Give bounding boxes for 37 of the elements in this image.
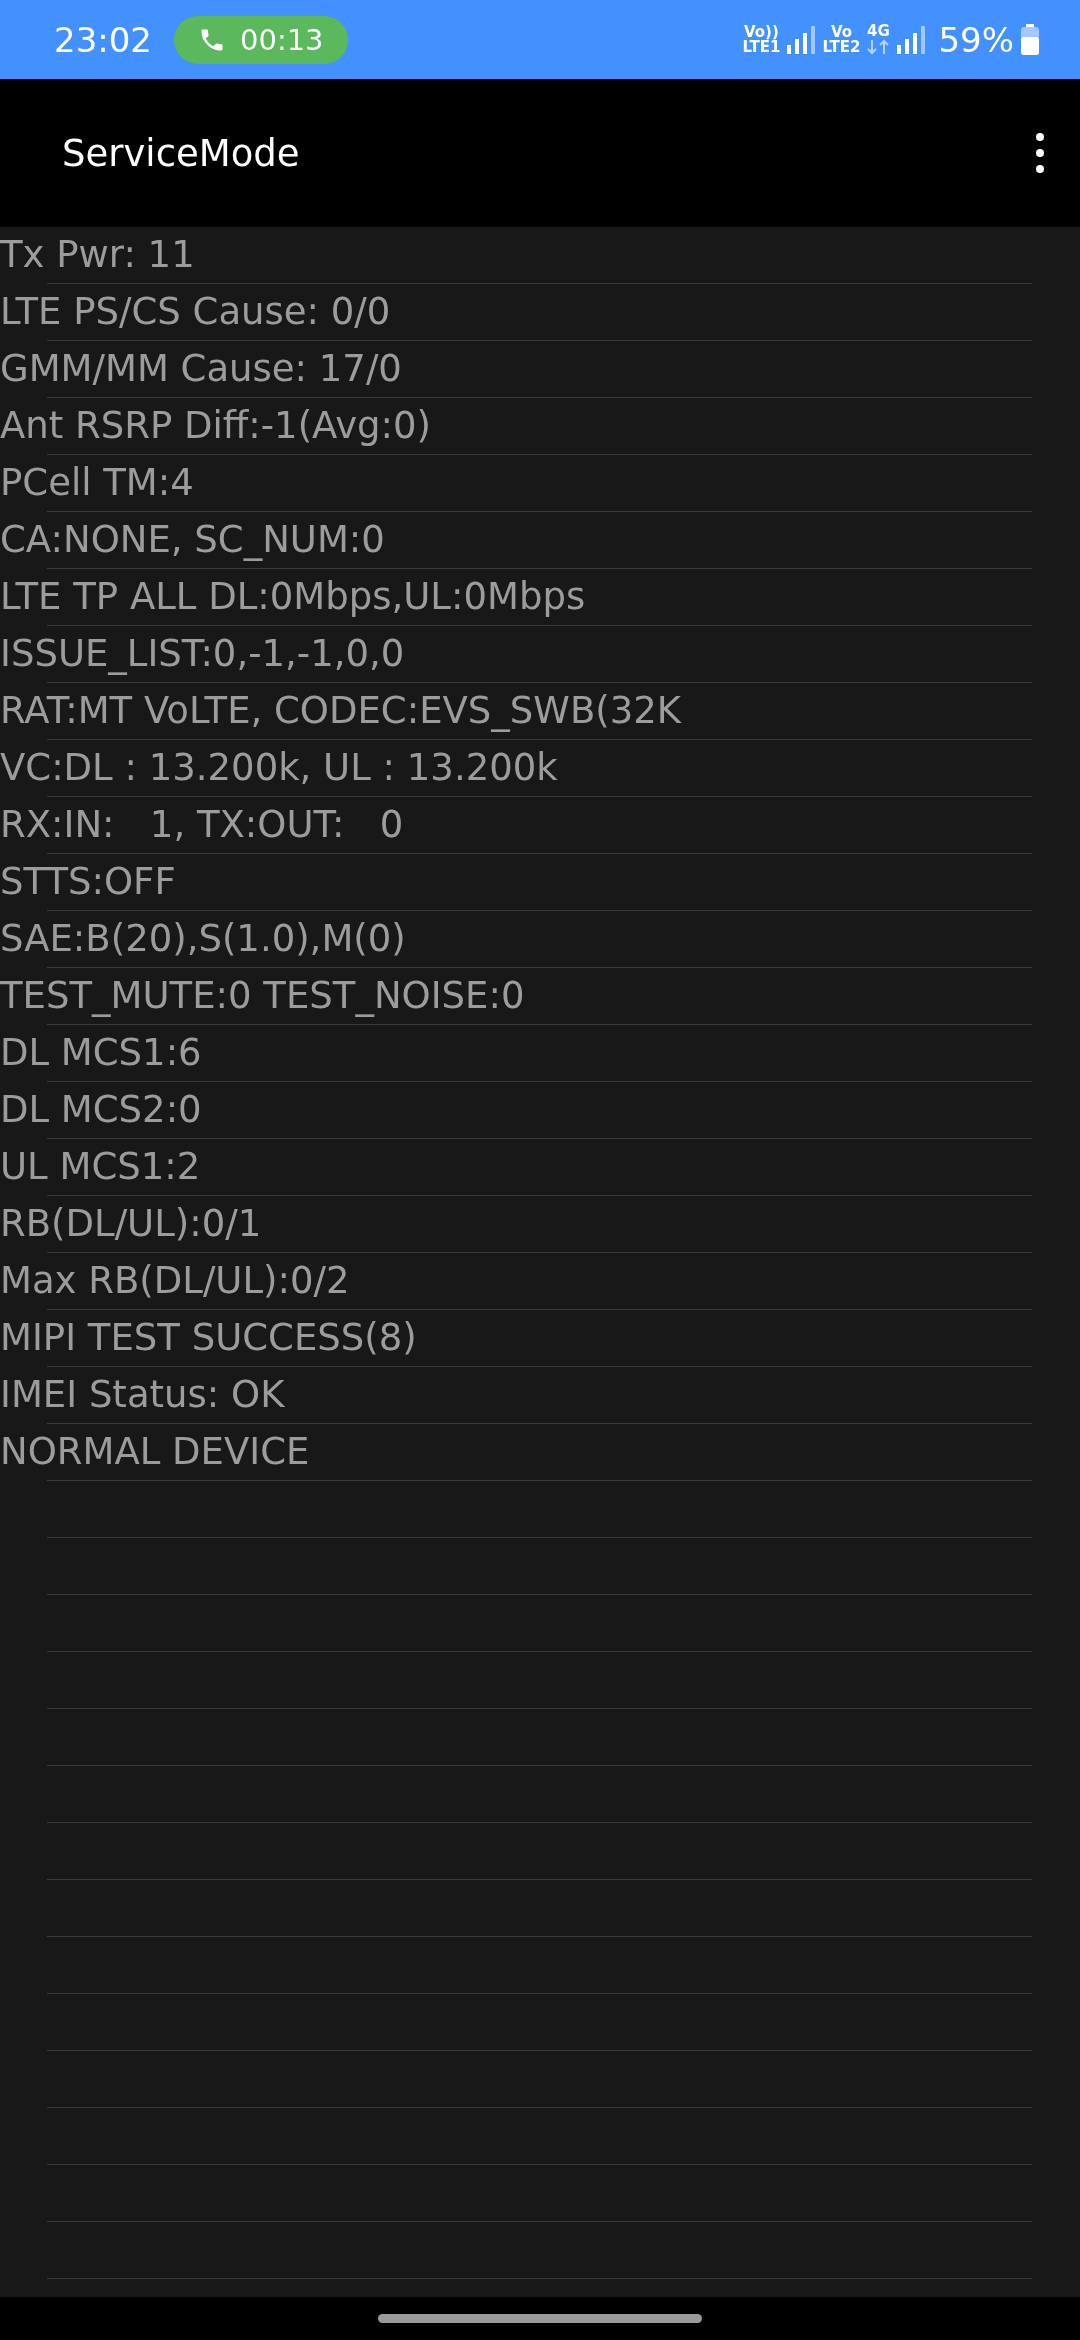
info-line: RX:IN: 1, TX:OUT: 0 [0,803,404,848]
sim-label: LTE2 [822,39,861,55]
info-line: TEST_MUTE:0 TEST_NOISE:0 [0,974,525,1019]
data-arrows-icon [866,39,891,55]
info-line: Ant RSRP Diff:-1(Avg:0) [0,404,432,449]
info-line: DL MCS2:0 [0,1088,202,1133]
info-line: Tx Pwr: 11 [0,233,195,278]
info-line: CA:NONE, SC_NUM:0 [0,518,385,563]
sim-label: LTE1 [742,39,781,55]
signal-icon [896,24,927,55]
battery-icon [1020,23,1040,56]
signal-icon [786,24,817,55]
info-line: GMM/MM Cause: 17/0 [0,347,402,392]
volte-label: Vo)) [744,24,779,40]
info-line: LTE PS/CS Cause: 0/0 [0,290,391,335]
info-line: VC:DL : 13.200k, UL : 13.200k [0,746,558,791]
info-line: DL MCS1:6 [0,1031,202,1076]
home-handle[interactable] [378,2314,702,2323]
app-title: ServiceMode [62,131,300,175]
info-line: Max RB(DL/UL):0/2 [0,1259,350,1304]
info-line: PCell TM:4 [0,461,194,506]
info-line: UL MCS1:2 [0,1145,201,1190]
info-line: ISSUE_LIST:0,-1,-1,0,0 [0,632,405,677]
info-line: SAE:B(20),S(1.0),M(0) [0,917,406,962]
info-line: RB(DL/UL):0/1 [0,1202,262,1247]
call-timer: 00:13 [240,22,324,57]
info-line: LTE TP ALL DL:0Mbps,UL:0Mbps [0,575,586,620]
volte-label: Vo [830,24,852,40]
info-line: STTS:OFF [0,860,176,905]
call-chip[interactable]: 00:13 [174,15,348,64]
info-line: MIPI TEST SUCCESS(8) [0,1316,417,1361]
info-line: RAT:MT VoLTE, CODEC:EVS_SWB(32K [0,689,682,734]
clock: 23:02 [54,19,152,60]
info-line: NORMAL DEVICE [0,1430,310,1475]
network-type: 4G [867,24,890,39]
info-line: IMEI Status: OK [0,1373,285,1418]
battery-percent: 59% [938,19,1014,60]
